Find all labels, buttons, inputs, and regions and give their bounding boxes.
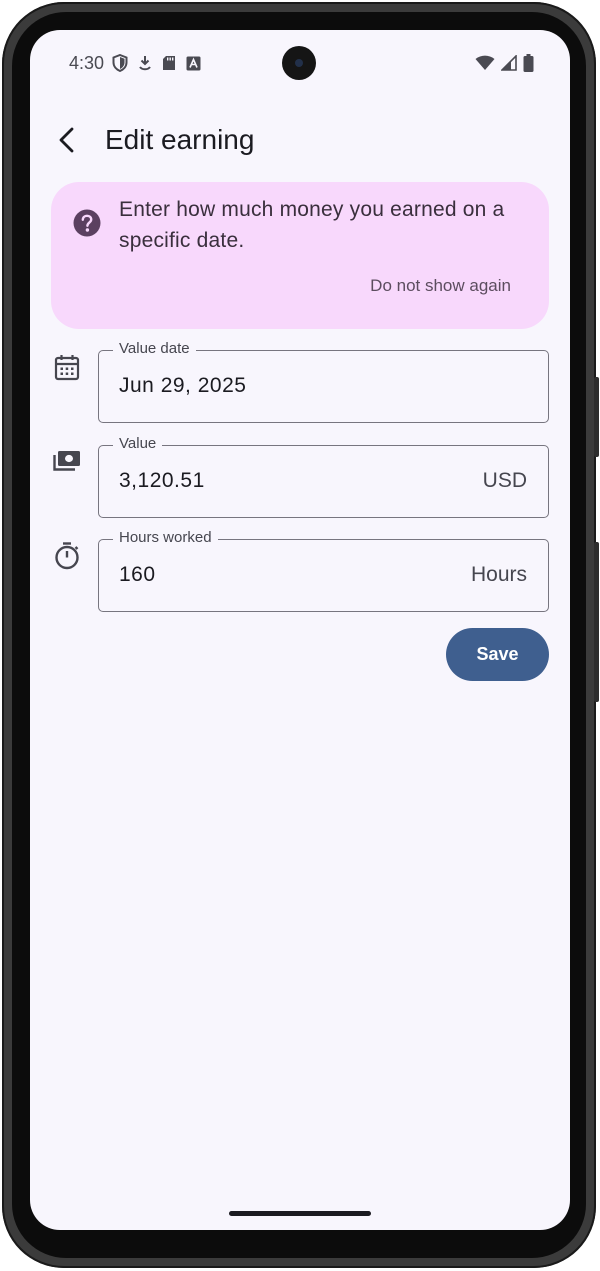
value-date-row: Value date Jun 29, 2025 [30,340,570,424]
save-button[interactable]: Save [446,628,549,681]
app-screen: 4:30 Edit earning Enter how much money y… [30,30,570,1230]
value-amount: 3,120.51 [119,469,205,492]
top-app-bar: Edit earning [30,110,570,170]
do-not-show-again-button[interactable]: Do not show again [370,276,511,296]
help-circle-icon [73,209,101,237]
info-card: Enter how much money you earned on a spe… [51,182,549,329]
hours-worked-row: Hours worked 160 Hours [30,529,570,613]
currency-suffix: USD [482,469,527,492]
hours-worked-label: Hours worked [113,529,218,546]
notification-icons [112,54,201,72]
timer-icon [55,542,79,570]
front-camera [282,46,316,80]
value-date-label: Value date [113,340,196,357]
volume-button [594,377,599,457]
hours-suffix: Hours [470,563,527,586]
download-icon [139,56,151,71]
signal-icon [501,55,517,71]
hours-worked-value: 160 [119,563,156,586]
value-label: Value [113,435,163,452]
value-date-value: Jun 29, 2025 [119,374,247,397]
value-field[interactable]: Value 3,120.51 USD [98,435,549,518]
status-bar: 4:30 [30,30,570,98]
battery-icon [523,54,534,72]
sd-card-icon [163,56,175,70]
back-button[interactable] [50,118,84,162]
info-message: Enter how much money you earned on a spe… [119,198,505,252]
value-row: Value 3,120.51 USD [30,435,570,519]
arrow-back-icon [59,127,74,153]
calendar-icon [54,355,80,381]
status-time: 4:30 [69,53,105,73]
system-icons [475,54,534,72]
value-date-field[interactable]: Value date Jun 29, 2025 [98,340,549,423]
money-icon [53,451,80,471]
home-indicator[interactable] [229,1211,371,1216]
power-button [594,542,599,702]
wifi-icon [475,55,495,70]
text-icon [186,56,201,70]
page-title: Edit earning [105,124,255,155]
shield-icon [112,54,128,72]
hours-worked-field[interactable]: Hours worked 160 Hours [98,529,549,612]
